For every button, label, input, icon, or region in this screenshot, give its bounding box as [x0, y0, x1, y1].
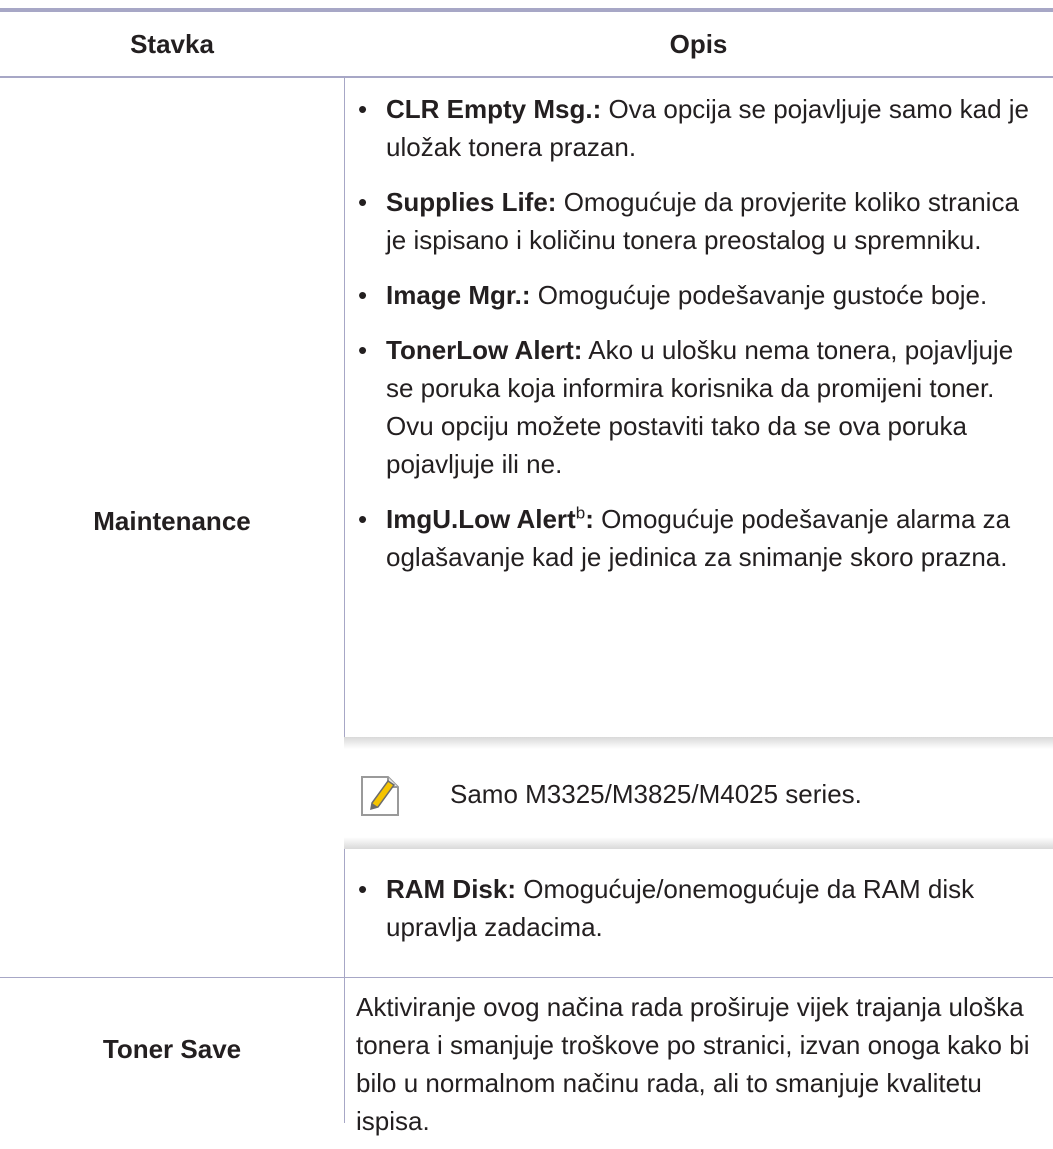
row-item-maintenance: Maintenance [93, 506, 251, 536]
option-term: RAM Disk: [386, 874, 517, 904]
note-box: Samo M3325/M3825/M4025 series. [344, 737, 1053, 849]
list-item: • ImgU.Low Alertb: Omogućuje podešavanje… [356, 500, 1046, 576]
note-bottom-band [344, 837, 1053, 849]
header-item: Stavka [130, 29, 214, 59]
note-text: Samo M3325/M3825/M4025 series. [450, 779, 862, 809]
row-item-toner-save: Toner Save [102, 1034, 242, 1064]
option-term-suffix: : [585, 504, 594, 534]
row-divider [0, 977, 1053, 978]
bullet-icon: • [358, 504, 368, 534]
note-pencil-icon [361, 776, 399, 816]
bullet-icon: • [358, 187, 368, 217]
bullet-icon: • [358, 335, 368, 365]
list-item: • Image Mgr.: Omogućuje podešavanje gust… [356, 276, 1046, 314]
ram-disk-block: • RAM Disk: Omogućuje/onemogućuje da RAM… [356, 870, 1046, 963]
note-top-band [344, 737, 1053, 749]
list-item: • TonerLow Alert: Ako u ulošku nema tone… [356, 331, 1046, 483]
header-rule [0, 76, 1053, 78]
option-term: TonerLow Alert: [386, 335, 583, 365]
list-item: • CLR Empty Msg.: Ova opcija se pojavlju… [356, 90, 1046, 166]
option-term: Image Mgr.: [386, 280, 531, 310]
header-description: Opis [669, 29, 728, 59]
option-term: Supplies Life: [386, 187, 557, 217]
bullet-icon: • [358, 874, 368, 904]
toner-save-description: Aktiviranje ovog načina rada proširuje v… [356, 992, 1030, 1136]
maintenance-options-list: • CLR Empty Msg.: Ova opcija se pojavlju… [356, 90, 1046, 593]
footnote-marker: b [575, 503, 586, 523]
option-term: CLR Empty Msg.: [386, 94, 602, 124]
list-item: • Supplies Life: Omogućuje da provjerite… [356, 183, 1046, 259]
column-divider [344, 978, 345, 1123]
table-header-row: Stavka Opis [0, 12, 1053, 76]
list-item: • RAM Disk: Omogućuje/onemogućuje da RAM… [356, 870, 1046, 946]
option-term: ImgU.Low Alert [386, 504, 576, 534]
option-text: Omogućuje podešavanje gustoće boje. [530, 280, 988, 310]
bullet-icon: • [358, 94, 368, 124]
bullet-icon: • [358, 280, 368, 310]
